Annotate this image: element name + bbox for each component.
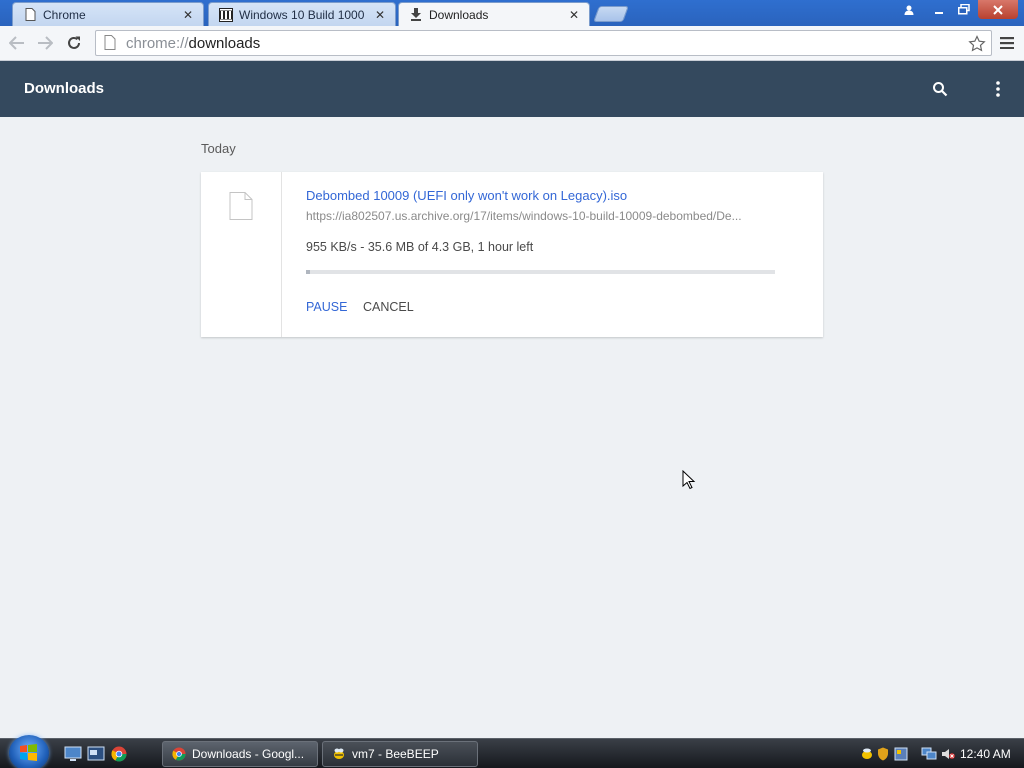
tab-downloads[interactable]: Downloads ✕ bbox=[398, 2, 590, 26]
download-filename-link[interactable]: Debombed 10009 (UEFI only won't work on … bbox=[306, 188, 627, 203]
download-icon bbox=[409, 8, 423, 22]
tab-label: Windows 10 Build 10009 D bbox=[239, 7, 365, 22]
taskbar-button-chrome[interactable]: Downloads - Googl... bbox=[162, 741, 318, 767]
volume-muted-icon[interactable] bbox=[941, 747, 955, 761]
tray-beebeep-icon[interactable] bbox=[860, 747, 874, 761]
windows-taskbar: Downloads - Googl... vm7 - BeeBEEP 12:40… bbox=[0, 735, 1024, 768]
file-icon-column bbox=[201, 172, 282, 337]
system-clock[interactable]: 12:40 AM bbox=[960, 747, 1011, 761]
security-shield-icon[interactable] bbox=[877, 747, 891, 761]
downloads-header: Downloads bbox=[0, 61, 1024, 117]
url-scheme: chrome:// bbox=[126, 34, 189, 52]
file-icon bbox=[229, 192, 253, 220]
back-button[interactable] bbox=[6, 32, 28, 54]
page-title: Downloads bbox=[24, 80, 105, 97]
download-status: 955 KB/s - 35.6 MB of 4.3 GB, 1 hour lef… bbox=[306, 240, 534, 254]
mouse-cursor-icon bbox=[682, 469, 696, 490]
show-desktop-icon[interactable] bbox=[64, 746, 82, 762]
page-icon bbox=[23, 8, 37, 22]
downloads-content: Today Debombed 10009 (UEFI only won't wo… bbox=[0, 117, 1024, 738]
address-bar[interactable]: chrome://downloads bbox=[95, 30, 992, 56]
browser-toolbar: chrome://downloads bbox=[0, 26, 1024, 61]
title-bar: Chrome ✕ Windows 10 Build 10009 D ✕ Down… bbox=[0, 0, 1024, 26]
windows-logo-icon bbox=[20, 744, 37, 761]
user-icon[interactable] bbox=[896, 0, 922, 19]
cancel-button[interactable]: CANCEL bbox=[363, 300, 414, 314]
tab-label: Downloads bbox=[429, 7, 489, 22]
tray-app-icon[interactable] bbox=[894, 747, 908, 761]
search-icon[interactable] bbox=[928, 77, 952, 101]
page-icon bbox=[104, 35, 120, 51]
reload-button[interactable] bbox=[63, 32, 85, 54]
forward-button[interactable] bbox=[34, 32, 56, 54]
new-tab-button[interactable] bbox=[593, 6, 629, 22]
tab-archive[interactable]: Windows 10 Build 10009 D ✕ bbox=[208, 2, 396, 26]
network-icon[interactable] bbox=[921, 747, 937, 761]
tab-chrome[interactable]: Chrome ✕ bbox=[12, 2, 204, 26]
close-tab-icon[interactable]: ✕ bbox=[567, 8, 581, 22]
minimize-button[interactable] bbox=[928, 0, 950, 19]
taskbar-button-beebeep[interactable]: vm7 - BeeBEEP bbox=[322, 741, 478, 767]
download-progress-bar bbox=[306, 270, 775, 274]
chrome-quicklaunch-icon[interactable] bbox=[111, 746, 129, 762]
start-button[interactable] bbox=[9, 735, 49, 768]
close-window-button[interactable] bbox=[978, 0, 1018, 19]
download-progress-fill bbox=[306, 270, 310, 274]
download-item: Debombed 10009 (UEFI only won't work on … bbox=[201, 172, 823, 337]
close-tab-icon[interactable]: ✕ bbox=[373, 8, 387, 22]
beebeep-icon bbox=[331, 746, 347, 762]
download-source-url[interactable]: https://ia802507.us.archive.org/17/items… bbox=[306, 209, 776, 223]
more-vert-icon[interactable] bbox=[986, 77, 1010, 101]
pause-button[interactable]: PAUSE bbox=[306, 300, 347, 314]
bookmark-star-icon[interactable] bbox=[967, 34, 987, 54]
taskbar-button-label: vm7 - BeeBEEP bbox=[352, 747, 439, 761]
chrome-menu-icon[interactable] bbox=[997, 33, 1017, 53]
chrome-icon bbox=[171, 746, 187, 762]
window-switcher-icon[interactable] bbox=[87, 746, 105, 762]
archive-org-icon bbox=[219, 7, 233, 22]
taskbar-button-label: Downloads - Googl... bbox=[192, 747, 305, 761]
tab-label: Chrome bbox=[43, 7, 86, 22]
restore-button[interactable] bbox=[952, 0, 976, 19]
date-group-label: Today bbox=[201, 141, 236, 156]
close-tab-icon[interactable]: ✕ bbox=[181, 8, 195, 22]
url-host: downloads bbox=[188, 34, 261, 52]
